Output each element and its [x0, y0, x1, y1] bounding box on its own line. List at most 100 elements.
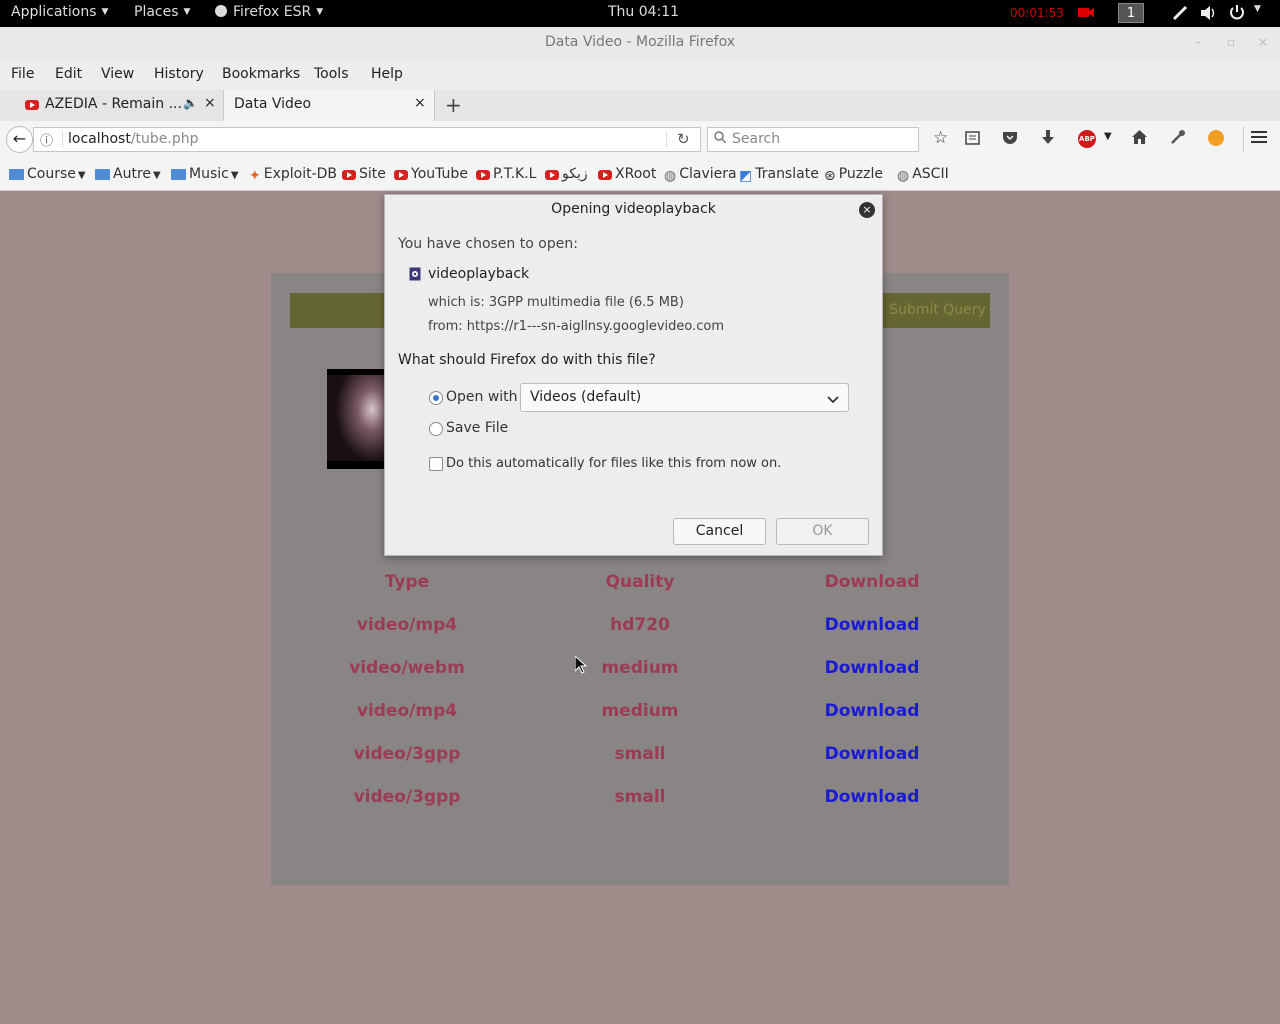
minimize-icon[interactable]: – [1191, 35, 1205, 49]
tab-label: Data Video [234, 96, 312, 112]
exploitdb-icon: ✦ [249, 168, 261, 184]
bookmark-site[interactable]: Site [342, 166, 386, 182]
tab-bar: AZEDIA - Remain ... 🔈 × Data Video × + [0, 90, 1280, 121]
firefox-app-menu[interactable]: Firefox ESR ▼ [215, 4, 323, 20]
chevron-down-icon[interactable]: ▼ [1104, 131, 1112, 142]
places-label: Places [134, 4, 179, 20]
eyedropper-icon[interactable] [1170, 129, 1186, 149]
power-icon[interactable] [1229, 4, 1245, 24]
search-input[interactable]: Search [707, 127, 919, 152]
close-dialog-icon[interactable]: × [859, 202, 875, 218]
reading-list-icon[interactable] [965, 131, 980, 149]
application-select-value: Videos (default) [530, 389, 642, 405]
downloads-icon[interactable] [1041, 129, 1055, 149]
open-with-label[interactable]: Open with [446, 389, 518, 405]
close-window-icon[interactable]: × [1256, 35, 1270, 49]
pocket-icon[interactable] [1002, 130, 1018, 149]
menu-tools[interactable]: Tools [314, 66, 349, 82]
chevron-down-icon: ▼ [77, 170, 86, 181]
globe-icon: ◍ [897, 168, 910, 184]
bookmark-exploit-db[interactable]: ✦ Exploit-DB [249, 166, 337, 184]
home-icon[interactable] [1131, 129, 1148, 149]
volume-icon[interactable] [1200, 5, 1217, 25]
firefox-icon [215, 5, 227, 17]
url-host: localhost [68, 131, 131, 147]
tab-azedia[interactable]: AZEDIA - Remain ... 🔈 × [8, 90, 223, 121]
applications-menu[interactable]: Applications ▼ [11, 4, 108, 20]
bookmark-ptkl[interactable]: P.T.K.L [476, 166, 536, 182]
download-link[interactable]: Download [812, 658, 932, 678]
recorder-icon[interactable] [1078, 5, 1094, 23]
cancel-button[interactable]: Cancel [673, 518, 766, 545]
menu-edit[interactable]: Edit [55, 66, 82, 82]
row-quality: small [614, 744, 666, 764]
bookmark-star-icon[interactable]: ☆ [933, 128, 948, 148]
menu-history[interactable]: History [154, 66, 204, 82]
bookmark-claviera[interactable]: ◍ Claviera [664, 166, 737, 184]
bookmark-label: Course [27, 166, 76, 182]
bookmark-ascii[interactable]: ◍ ASCII [897, 166, 949, 184]
places-menu[interactable]: Places ▼ [134, 4, 190, 20]
close-tab-icon[interactable]: × [414, 95, 426, 111]
auto-action-checkbox[interactable] [429, 457, 443, 471]
applications-label: Applications [11, 4, 97, 20]
close-tab-icon[interactable]: × [204, 95, 216, 111]
search-placeholder: Search [732, 131, 781, 147]
maximize-icon[interactable]: ▫ [1224, 35, 1238, 49]
pen-icon[interactable] [1172, 5, 1188, 25]
auto-action-label[interactable]: Do this automatically for files like thi… [446, 456, 781, 471]
info-icon[interactable]: ⓘ [40, 130, 53, 149]
download-link[interactable]: Download [812, 615, 932, 635]
download-link[interactable]: Download [812, 744, 932, 764]
globe-icon: ◍ [664, 168, 677, 184]
url-path: /tube.php [130, 131, 199, 147]
bookmark-music[interactable]: Music ▼ [171, 166, 239, 182]
tab-data-video[interactable]: Data Video × [223, 90, 435, 121]
save-file-radio[interactable] [429, 422, 443, 436]
open-with-radio[interactable] [429, 391, 443, 405]
application-select[interactable]: Videos (default) [520, 383, 849, 412]
hamburger-menu-icon[interactable] [1251, 130, 1267, 148]
youtube-icon [342, 170, 356, 180]
chevron-down-icon [827, 392, 839, 408]
menu-bookmarks[interactable]: Bookmarks [222, 66, 300, 82]
ok-button[interactable]: OK [776, 518, 869, 545]
extension-icon[interactable] [1208, 130, 1224, 146]
bookmark-ziko[interactable]: زيكو [545, 166, 588, 182]
open-file-dialog: Opening videoplayback × You have chosen … [384, 194, 883, 556]
row-type: video/3gpp [353, 787, 461, 807]
reload-icon[interactable]: ↻ [677, 130, 690, 148]
new-tab-icon[interactable]: + [445, 93, 462, 117]
bookmark-autre[interactable]: Autre ▼ [95, 166, 161, 182]
back-arrow-icon[interactable]: ← [6, 126, 33, 153]
menu-help[interactable]: Help [371, 66, 403, 82]
bookmark-label: P.T.K.L [493, 166, 537, 182]
window-title: Data Video - Mozilla Firefox [544, 34, 736, 50]
bookmark-course[interactable]: Course ▼ [9, 166, 86, 182]
bookmark-xroot[interactable]: XRoot [598, 166, 656, 182]
menu-view[interactable]: View [101, 66, 134, 82]
dropdown-arrow-icon: ▼ [316, 7, 324, 17]
puzzle-icon: ⊛ [824, 168, 836, 184]
speaker-icon[interactable]: 🔈 [183, 96, 198, 110]
bookmark-label: YouTube [411, 166, 468, 182]
system-menu-arrow-icon[interactable]: ▼ [1254, 4, 1261, 14]
menu-file[interactable]: File [11, 66, 34, 82]
workspace-indicator[interactable]: 1 [1118, 3, 1144, 23]
submit-query-button[interactable]: Submit Query [885, 293, 990, 328]
row-quality: medium [601, 701, 679, 721]
firefox-app-label: Firefox ESR [233, 4, 312, 20]
download-link[interactable]: Download [812, 701, 932, 721]
row-quality: small [614, 787, 666, 807]
search-icon [714, 131, 727, 147]
adblock-icon[interactable]: ABP [1078, 130, 1096, 148]
url-bar[interactable]: ⓘ localhost/tube.php ↻ [33, 127, 701, 152]
folder-icon [95, 169, 110, 180]
navigation-bar: ← ⓘ localhost/tube.php ↻ Search ☆ ABP ▼ [0, 121, 1280, 157]
bookmark-translate[interactable]: ◩ Translate [739, 166, 819, 184]
bookmark-youtube[interactable]: YouTube [394, 166, 468, 182]
bookmark-puzzle[interactable]: ⊛ Puzzle [824, 166, 883, 184]
save-file-label[interactable]: Save File [446, 420, 508, 436]
download-link[interactable]: Download [812, 787, 932, 807]
clock[interactable]: Thu 04:11 [608, 4, 679, 20]
